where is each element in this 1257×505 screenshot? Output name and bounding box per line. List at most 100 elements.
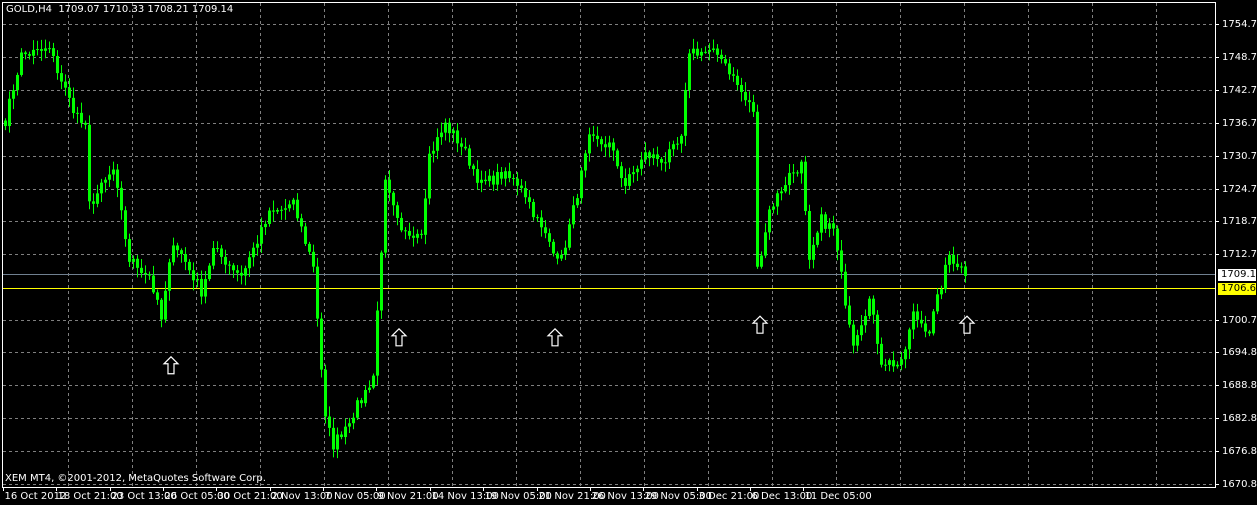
candle-body <box>124 210 127 240</box>
candle-body <box>96 193 99 204</box>
candle-body <box>964 266 967 276</box>
candle-body <box>868 298 871 317</box>
candle-body <box>64 81 67 88</box>
candle-body <box>828 223 831 229</box>
candle-body <box>452 130 455 134</box>
candle-body <box>312 251 315 267</box>
candle-body <box>336 434 339 450</box>
y-tick-label: 1700.70 <box>1222 314 1257 326</box>
candle-body <box>260 227 263 244</box>
candle-body <box>388 179 391 193</box>
candle-body <box>280 209 283 211</box>
candle-body <box>808 211 811 260</box>
candle-body <box>72 97 75 114</box>
candle-body <box>56 56 59 74</box>
candle-body <box>916 311 919 320</box>
candle-body <box>304 226 307 244</box>
candle-body <box>796 172 799 174</box>
candle-body <box>676 143 679 145</box>
candle-body <box>668 149 671 163</box>
y-tick-label: 1676.85 <box>1222 445 1257 457</box>
up-arrow-icon <box>958 315 976 334</box>
symbol-label: GOLD,H4 <box>6 4 52 15</box>
candle-body <box>236 270 239 273</box>
candle-body <box>152 275 155 293</box>
candle-body <box>340 434 343 438</box>
level-price-badge: 1706.61 <box>1218 282 1257 295</box>
x-tick-label: 9 Nov 21:00 <box>377 491 439 502</box>
price-chart[interactable] <box>0 0 1257 505</box>
candle-body <box>948 254 951 265</box>
candle-body <box>588 134 591 154</box>
y-tick-label: 1682.85 <box>1222 412 1257 424</box>
candle-body <box>568 224 571 248</box>
candle-body <box>300 218 303 227</box>
candle-body <box>852 324 855 346</box>
candle-body <box>120 187 123 211</box>
x-tick-label: 11 Dec 05:00 <box>804 491 872 502</box>
candle-body <box>496 172 499 185</box>
candle-body <box>504 171 507 179</box>
candle-body <box>596 135 599 140</box>
candle-body <box>296 199 299 219</box>
candle-body <box>472 165 475 170</box>
candle-body <box>52 48 55 57</box>
candle-body <box>836 228 839 251</box>
candle-body <box>308 243 311 252</box>
y-tick-label: 1712.70 <box>1222 248 1257 260</box>
candle-body <box>448 122 451 134</box>
candle-body <box>480 179 483 183</box>
candle-body <box>520 185 523 189</box>
candle-body <box>184 253 187 262</box>
bid-price-badge: 1709.14 <box>1218 268 1257 281</box>
candle-body <box>240 272 243 276</box>
candle-body <box>464 146 467 149</box>
candle-body <box>680 135 683 144</box>
candle-body <box>760 255 763 267</box>
candle-body <box>820 214 823 233</box>
candle-body <box>576 198 579 206</box>
candle-body <box>404 230 407 232</box>
candle-body <box>628 174 631 186</box>
candle-body <box>684 89 687 136</box>
chart-info: GOLD,H4 1709.07 1710.33 1708.21 1709.14 <box>6 4 233 15</box>
candle-body <box>80 112 83 123</box>
candle-body <box>352 417 355 424</box>
candle-body <box>368 387 371 390</box>
candle-body <box>528 197 531 202</box>
candle-body <box>832 223 835 229</box>
candle-body <box>944 264 947 290</box>
candle-body <box>16 74 19 91</box>
candle-body <box>732 74 735 76</box>
candle-body <box>112 169 115 175</box>
candle-body <box>8 98 11 127</box>
chart-frame <box>2 2 1216 488</box>
candle-body <box>200 278 203 297</box>
candle-body <box>128 239 131 262</box>
candle-body <box>920 319 923 324</box>
candle-body <box>276 209 279 212</box>
candle-body <box>488 175 491 182</box>
candle-body <box>736 75 739 85</box>
candle-body <box>460 143 463 147</box>
candle-body <box>800 161 803 174</box>
candle-body <box>360 400 363 404</box>
candle-body <box>180 250 183 254</box>
candle-body <box>896 364 899 367</box>
ohlc-values: 1709.07 1710.33 1708.21 1709.14 <box>58 4 234 15</box>
candle-body <box>712 48 715 50</box>
candle-body <box>856 335 859 346</box>
candle-body <box>20 52 23 75</box>
candle-body <box>772 206 775 210</box>
up-arrow-icon <box>162 355 180 375</box>
candle-body <box>372 375 375 388</box>
candle-body <box>176 245 179 251</box>
candle-body <box>872 298 875 315</box>
candle-body <box>900 359 903 365</box>
candle-body <box>552 241 555 254</box>
candle-body <box>48 48 51 50</box>
candle-body <box>536 217 539 219</box>
candle-body <box>892 360 895 367</box>
y-tick-label: 1754.70 <box>1222 18 1257 30</box>
candle-body <box>584 153 587 171</box>
